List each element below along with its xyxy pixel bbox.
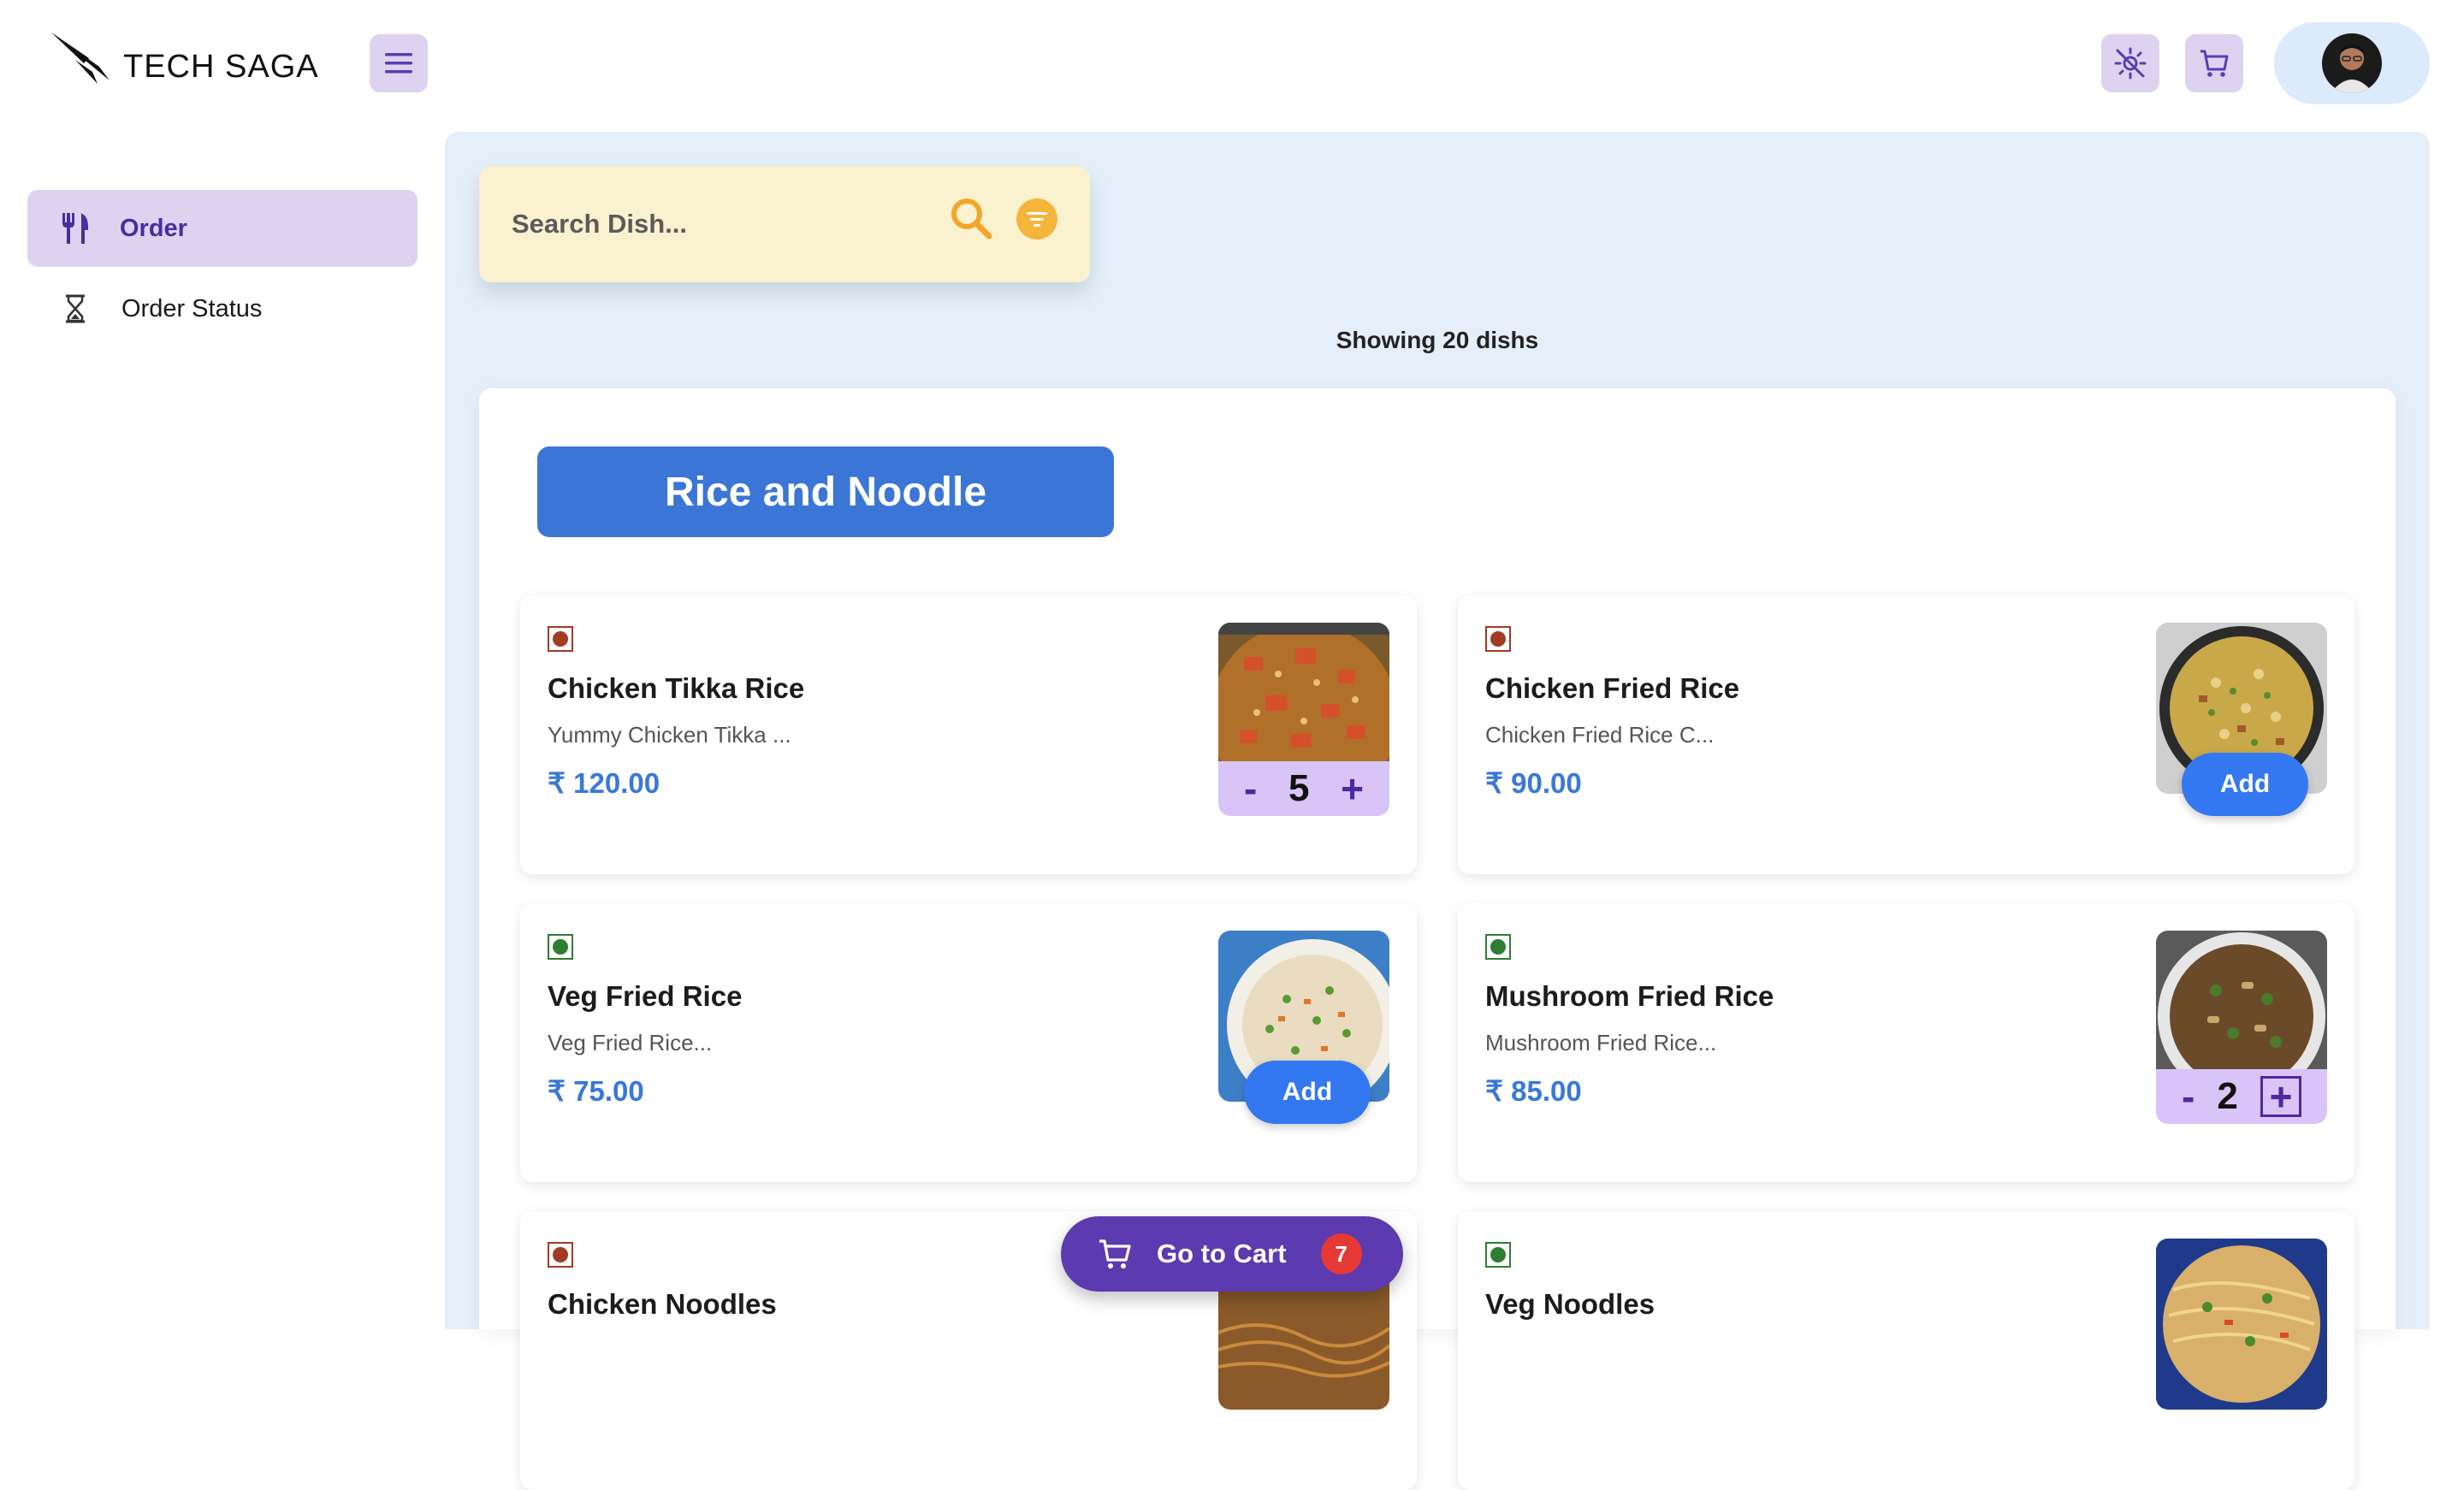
quantity-stepper: - 5 +	[1218, 761, 1389, 816]
dish-price: ₹ 120.00	[548, 767, 660, 799]
nonveg-indicator-icon	[1485, 626, 1511, 652]
dish-card: Mushroom Fried Rice Mushroom Fried Rice.…	[1458, 903, 2354, 1182]
dish-name: Mushroom Fried Rice	[1485, 980, 1774, 1012]
menu-toggle-button[interactable]	[370, 34, 428, 92]
dish-image	[2156, 1239, 2327, 1410]
nonveg-indicator-icon	[548, 626, 573, 652]
sidebar-item-order[interactable]: Order	[27, 190, 418, 267]
dish-description: Yummy Chicken Tikka ...	[548, 722, 791, 748]
sidebar-item-order-status[interactable]: Order Status	[27, 270, 418, 347]
dish-description: Chicken Fried Rice C...	[1485, 722, 1715, 748]
go-to-cart-label: Go to Cart	[1157, 1239, 1287, 1268]
results-count: Showing 20 dishs	[1336, 327, 1539, 353]
dish-price: ₹ 75.00	[548, 1075, 644, 1107]
dish-description: Mushroom Fried Rice...	[1485, 1030, 1717, 1055]
search-input[interactable]	[510, 208, 915, 240]
main-content: Showing 20 dishs Rice and Noodle Chicken…	[445, 132, 2430, 1490]
hourglass-icon	[58, 290, 92, 328]
dish-card: Chicken Tikka Rice Yummy Chicken Tikka .…	[520, 595, 1417, 874]
menu-panel: Rice and Noodle Chicken Tikka Rice Yummy…	[479, 388, 2396, 1490]
sidebar-item-label: Order	[120, 214, 187, 242]
cart-icon	[1099, 1239, 1131, 1268]
filter-icon[interactable]	[1016, 198, 1057, 239]
brand-logo[interactable]: TECH SAGA	[50, 29, 319, 89]
add-to-cart-button[interactable]: Add	[1244, 1061, 1371, 1124]
quantity-value: 2	[2217, 1075, 2238, 1117]
dish-card: Chicken Fried Rice Chicken Fried Rice C.…	[1458, 595, 2354, 874]
dish-card: Veg Noodles	[1458, 1211, 2354, 1490]
dish-description: Veg Fried Rice...	[548, 1030, 713, 1055]
cart-count-badge: 7	[1320, 1233, 1362, 1274]
search-icon[interactable]	[948, 195, 996, 247]
nonveg-indicator-icon	[548, 1242, 573, 1268]
cart-icon	[2200, 50, 2229, 77]
utensils-icon	[58, 210, 92, 247]
dish-name: Veg Fried Rice	[548, 980, 743, 1012]
dish-name: Chicken Tikka Rice	[548, 672, 805, 704]
dish-price: ₹ 85.00	[1485, 1075, 1582, 1107]
dish-name: Chicken Fried Rice	[1485, 672, 1740, 704]
quantity-value: 5	[1288, 767, 1310, 809]
decrease-button[interactable]: -	[2182, 1077, 2194, 1116]
brightness-off-icon	[2114, 47, 2147, 80]
dish-name: Chicken Noodles	[548, 1288, 777, 1320]
sidebar-item-label: Order Status	[121, 294, 263, 322]
decrease-button[interactable]: -	[1244, 769, 1257, 808]
add-to-cart-button[interactable]: Add	[2182, 753, 2308, 816]
veg-indicator-icon	[1485, 934, 1511, 960]
brand-name: TECH SAGA	[123, 48, 319, 85]
header-cart-button[interactable]	[2185, 34, 2243, 92]
go-to-cart-button[interactable]: Go to Cart 7	[1061, 1216, 1403, 1292]
avatar	[2322, 33, 2382, 93]
search-bar	[479, 166, 1090, 282]
increase-button[interactable]: +	[1341, 769, 1364, 808]
increase-button[interactable]: +	[2260, 1076, 2301, 1117]
profile-menu[interactable]	[2274, 22, 2430, 104]
hamburger-icon	[385, 53, 412, 74]
brand-mark-icon	[51, 33, 110, 84]
dish-price: ₹ 90.00	[1485, 767, 1582, 799]
dish-name: Veg Noodles	[1485, 1288, 1656, 1320]
veg-indicator-icon	[548, 934, 573, 960]
category-button[interactable]: Rice and Noodle	[537, 446, 1114, 537]
quantity-stepper: - 2 +	[2156, 1069, 2327, 1124]
theme-toggle-button[interactable]	[2101, 34, 2159, 92]
dish-card: Veg Fried Rice Veg Fried Rice... ₹ 75.00…	[520, 903, 1417, 1182]
veg-indicator-icon	[1485, 1242, 1511, 1268]
